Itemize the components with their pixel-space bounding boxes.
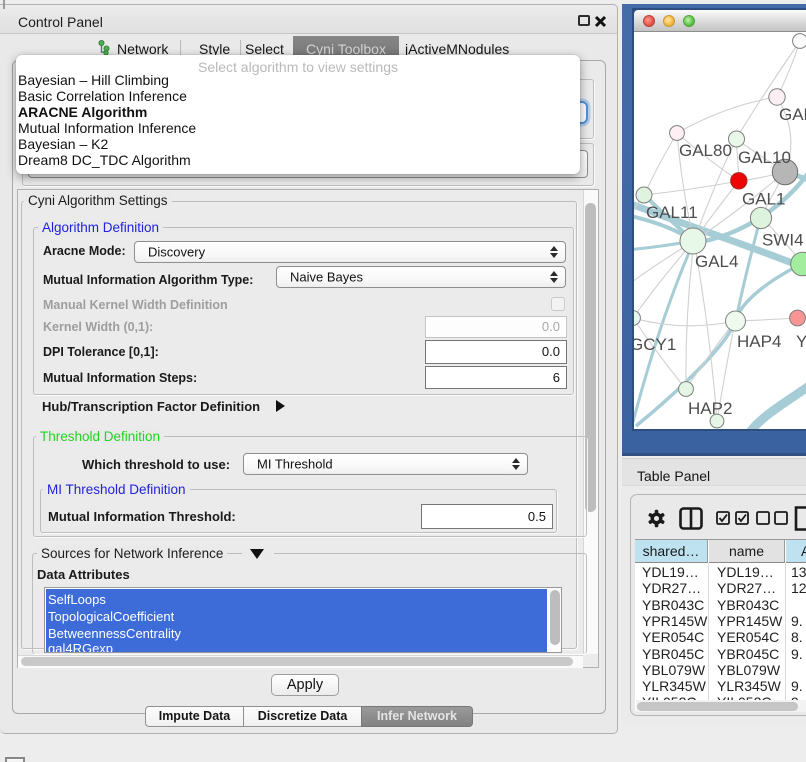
svg-text:HAP2: HAP2 [688, 399, 732, 418]
svg-text:GAL10: GAL10 [738, 148, 791, 167]
svg-text:HAP4: HAP4 [737, 332, 781, 351]
svg-text:SWI4: SWI4 [762, 231, 804, 250]
svg-text:GCY1: GCY1 [634, 335, 676, 354]
svg-text:GAL4: GAL4 [695, 252, 738, 271]
svg-text:GAL11: GAL11 [646, 203, 698, 222]
svg-text:GAL: GAL [779, 105, 806, 124]
svg-text:GAL1: GAL1 [742, 190, 785, 209]
svg-text:Y: Y [796, 332, 806, 351]
svg-text:GAL80: GAL80 [679, 141, 732, 160]
